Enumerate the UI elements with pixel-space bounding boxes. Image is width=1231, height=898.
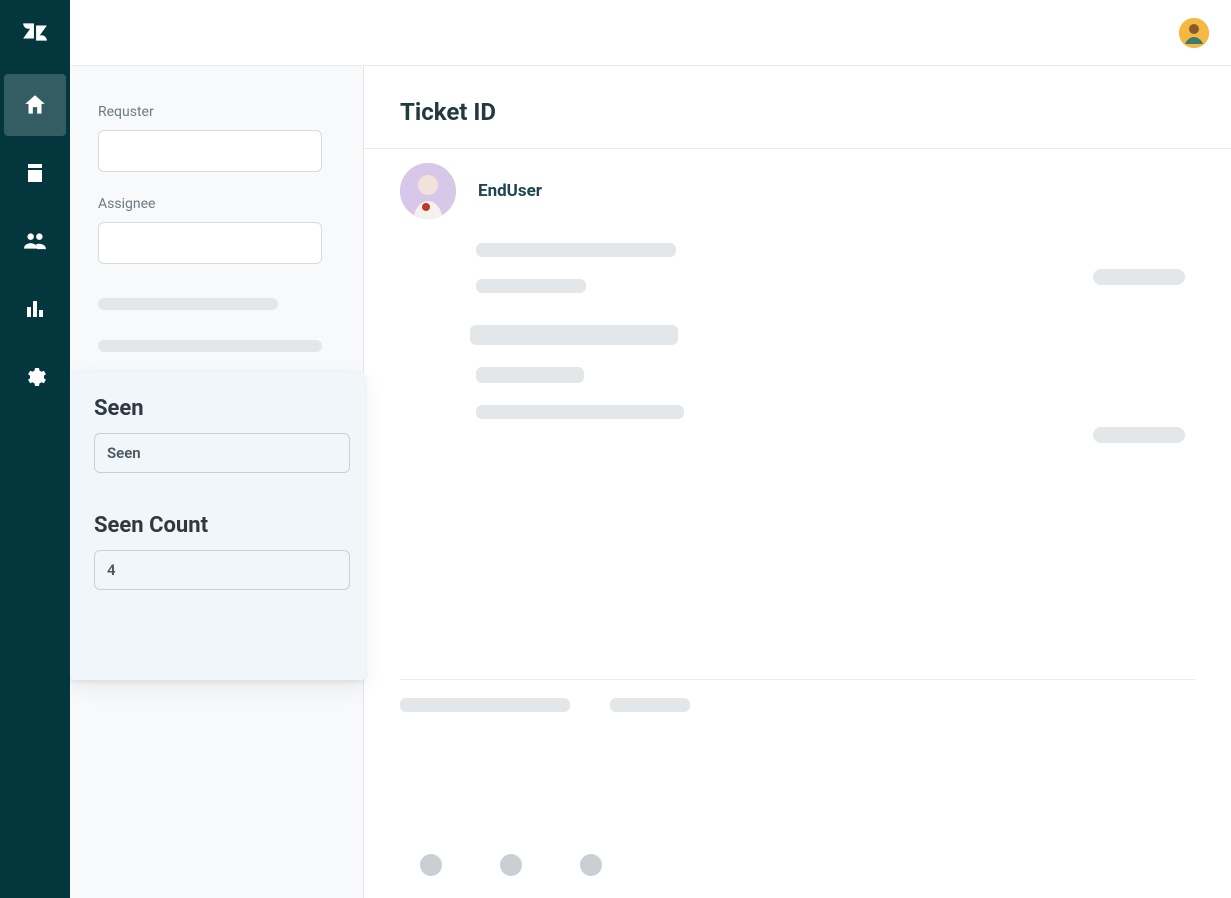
seen-count-input[interactable] <box>94 550 350 590</box>
requester-input[interactable] <box>98 130 322 172</box>
nav-customers[interactable] <box>4 210 66 272</box>
ticket-content: Ticket ID EndUser <box>364 66 1231 898</box>
agent-avatar[interactable] <box>1179 18 1209 48</box>
composer-actions <box>420 854 602 876</box>
assignee-input[interactable] <box>98 222 322 264</box>
ticket-header: Ticket ID <box>364 66 1231 149</box>
skeleton-line <box>98 298 278 310</box>
assignee-label: Assignee <box>98 196 335 212</box>
zendesk-logo-icon <box>21 18 49 46</box>
nav-admin[interactable] <box>4 346 66 408</box>
nav-reporting[interactable] <box>4 278 66 340</box>
nav-rail <box>0 0 70 898</box>
composer-skeleton <box>400 679 1195 712</box>
seen-app-card: Seen Seen Count <box>70 372 365 680</box>
ticket-body: EndUser <box>364 149 1231 898</box>
ticket-title: Ticket ID <box>400 98 1195 126</box>
nav-views[interactable] <box>4 142 66 204</box>
nav-home[interactable] <box>4 74 66 136</box>
message-skeleton <box>400 243 1195 419</box>
seen-count-heading: Seen Count <box>94 513 341 538</box>
action-dot[interactable] <box>420 854 442 876</box>
skeleton-line <box>98 340 322 352</box>
enduser-name: EndUser <box>478 181 542 201</box>
seen-heading: Seen <box>94 396 341 421</box>
ticket-sidebar: Requster Assignee Seen Seen Count <box>70 66 364 898</box>
enduser-avatar <box>400 163 456 219</box>
topbar <box>70 0 1231 66</box>
main-area: Requster Assignee Seen Seen Count <box>70 0 1231 898</box>
action-dot[interactable] <box>500 854 522 876</box>
seen-status-input[interactable] <box>94 433 350 473</box>
requester-label: Requster <box>98 104 335 120</box>
action-dot[interactable] <box>580 854 602 876</box>
